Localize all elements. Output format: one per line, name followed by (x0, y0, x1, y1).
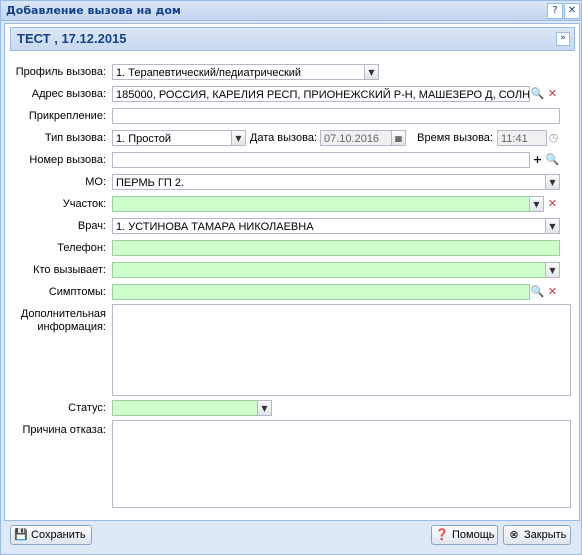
call-date-field[interactable]: 07.10.2016 (320, 130, 392, 146)
extra-info-label-line1: Дополнительная (20, 308, 106, 320)
status-select[interactable] (112, 400, 258, 416)
extra-info-textarea[interactable] (112, 304, 571, 396)
close-button-label: Закрыть (524, 529, 567, 541)
address-field[interactable]: 185000, РОССИЯ, КАРЕЛИЯ РЕСП, ПРИОНЕЖСКИ… (112, 86, 530, 102)
form-body: ТЕСТ , 17.12.2015 » Профиль вызова: 1. Т… (4, 23, 580, 521)
profile-label: Профиль вызова: (15, 66, 106, 78)
mo-select[interactable]: ПЕРМЬ ГП 2. (112, 174, 546, 190)
mo-label: МО: (85, 176, 106, 188)
doctor-select[interactable]: 1. УСТИНОВА ТАМАРА НИКОЛАЕВНА (112, 218, 546, 234)
number-search-icon[interactable]: 🔍 (545, 152, 560, 168)
save-button[interactable]: 💾 Сохранить (10, 525, 92, 545)
help-button-label: Помощь (452, 529, 495, 541)
calendar-icon[interactable]: ▦ (391, 130, 406, 146)
add-number-icon[interactable]: + (530, 152, 545, 168)
district-dropdown-icon[interactable]: ▼ (529, 196, 544, 212)
caller-select[interactable] (112, 262, 546, 278)
attachment-label: Прикрепление: (28, 110, 106, 122)
symptoms-clear-icon[interactable]: ✕ (545, 284, 560, 300)
call-number-label: Номер вызова: (29, 154, 106, 166)
extra-info-label-line2: информация: (37, 321, 106, 333)
refusal-reason-textarea[interactable] (112, 420, 571, 508)
help-button[interactable]: ❓ Помощь (431, 525, 498, 545)
district-clear-icon[interactable]: ✕ (545, 196, 560, 212)
phone-label: Телефон: (57, 242, 106, 254)
refusal-reason-label: Причина отказа: (22, 424, 106, 436)
address-clear-icon[interactable]: ✕ (545, 86, 560, 102)
banner-title: ТЕСТ , 17.12.2015 (17, 31, 127, 46)
help-tool-icon[interactable]: ? (547, 3, 563, 19)
save-button-label: Сохранить (31, 529, 86, 541)
address-search-icon[interactable]: 🔍 (530, 86, 545, 102)
status-label: Статус: (68, 402, 106, 414)
window-title: Добавление вызова на дом (6, 4, 181, 17)
help-question-icon: ❓ (435, 529, 449, 541)
district-label: Участок: (62, 198, 106, 210)
profile-select[interactable]: 1. Терапевтический/педиатрический (112, 64, 365, 80)
attachment-field[interactable] (112, 108, 560, 124)
doctor-dropdown-icon[interactable]: ▼ (545, 218, 560, 234)
symptoms-field[interactable] (112, 284, 530, 300)
caller-label: Кто вызывает: (33, 264, 106, 276)
patient-banner: ТЕСТ , 17.12.2015 » (10, 27, 575, 51)
symptoms-label: Симптомы: (48, 286, 106, 298)
call-date-label: Дата вызова: (249, 132, 317, 144)
close-tool-icon[interactable]: ✕ (564, 3, 580, 19)
district-select[interactable] (112, 196, 530, 212)
call-number-field[interactable] (112, 152, 530, 168)
doctor-label: Врач: (77, 220, 106, 232)
mo-dropdown-icon[interactable]: ▼ (545, 174, 560, 190)
phone-field[interactable] (112, 240, 560, 256)
call-type-dropdown-icon[interactable]: ▼ (231, 130, 246, 146)
caller-dropdown-icon[interactable]: ▼ (545, 262, 560, 278)
call-time-label: Время вызова: (417, 132, 493, 144)
symptoms-search-icon[interactable]: 🔍 (530, 284, 545, 300)
call-type-label: Тип вызова: (44, 132, 106, 144)
save-disk-icon: 💾 (14, 529, 28, 541)
close-x-icon: ⊗ (509, 529, 519, 541)
close-button[interactable]: ⊗ Закрыть (503, 525, 571, 545)
collapse-chevron-icon[interactable]: » (556, 32, 570, 46)
window-titlebar: Добавление вызова на дом ? ✕ (1, 1, 581, 21)
status-dropdown-icon[interactable]: ▼ (257, 400, 272, 416)
profile-dropdown-icon[interactable]: ▼ (364, 64, 379, 80)
address-label: Адрес вызова: (31, 88, 106, 100)
call-type-select[interactable]: 1. Простой (112, 130, 232, 146)
add-home-call-window: Добавление вызова на дом ? ✕ ТЕСТ , 17.1… (0, 0, 582, 555)
clock-icon[interactable]: ◷ (546, 130, 561, 146)
call-time-field[interactable]: 11:41 (497, 130, 547, 146)
